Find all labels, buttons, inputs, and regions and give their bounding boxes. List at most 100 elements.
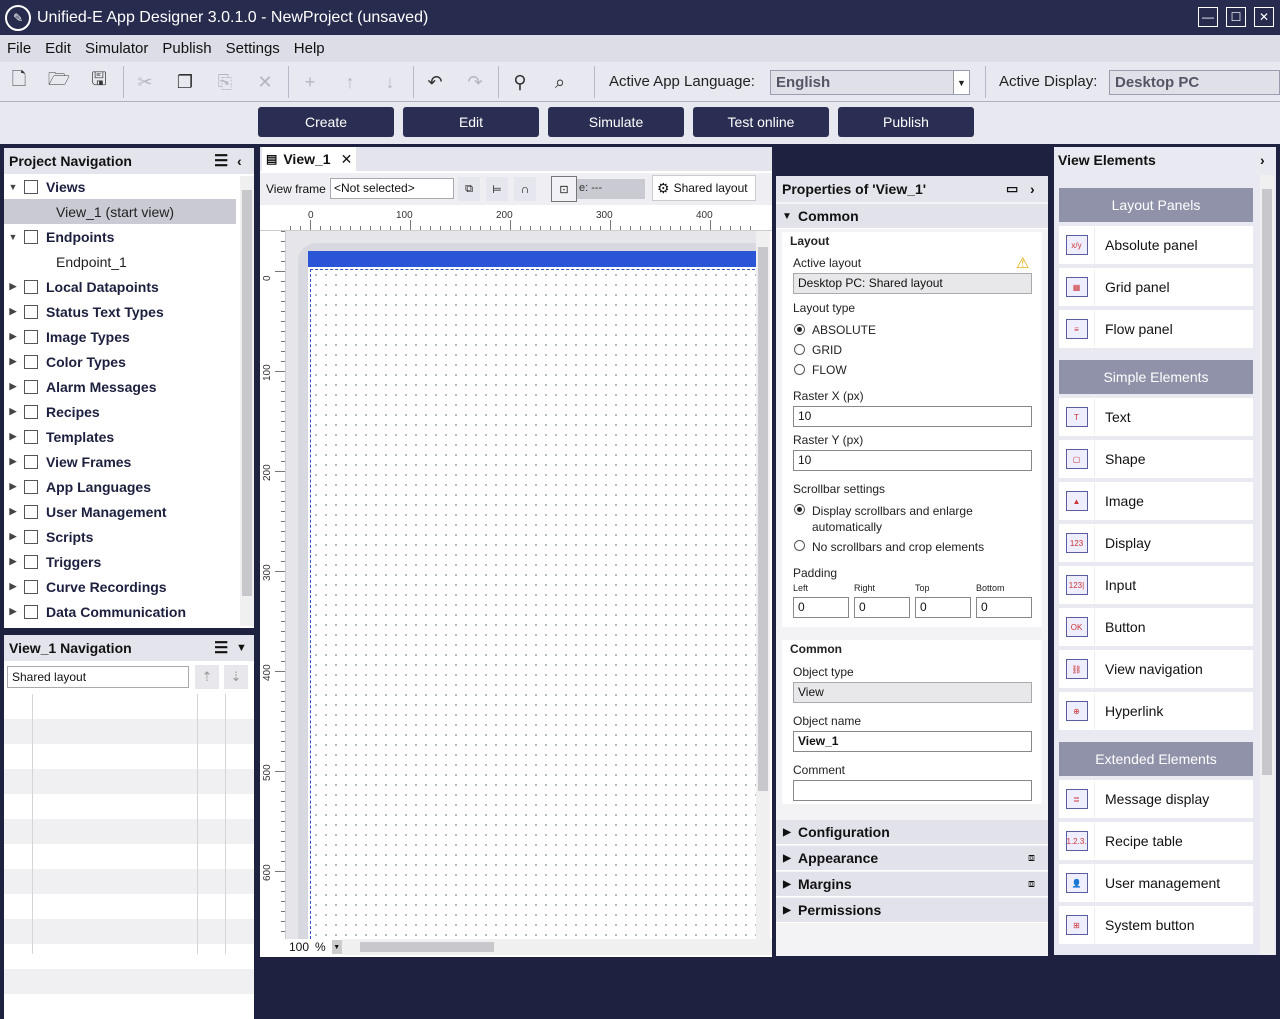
search-icon[interactable]: ⌕	[548, 70, 572, 94]
raster-y-input[interactable]: 10	[793, 450, 1032, 471]
padding-right-input[interactable]: 0	[854, 597, 910, 618]
scrollbar-thumb[interactable]	[758, 247, 768, 791]
layout-grid-radio[interactable]	[794, 344, 805, 355]
element-item[interactable]: 123 Display	[1059, 524, 1253, 562]
scroll-enlarge-radio[interactable]	[794, 504, 805, 515]
delete-icon[interactable]: ✕	[253, 70, 277, 94]
zoom-control[interactable]: 100 % ▼	[286, 939, 342, 955]
chevron-down-icon[interactable]: ▼	[953, 71, 969, 94]
tree-item[interactable]: ▶ Data Communication	[4, 599, 236, 624]
simulate-mode-button[interactable]: Simulate	[548, 107, 684, 137]
override-icon[interactable]: ⧈	[1028, 852, 1035, 865]
element-item[interactable]: ⛓ View navigation	[1059, 650, 1253, 688]
view-frame-select[interactable]: <Not selected>	[330, 178, 454, 199]
tree-item[interactable]: ▶ App Languages	[4, 474, 236, 499]
copy-icon[interactable]: ❐	[173, 70, 197, 94]
canvas-vscrollbar[interactable]	[756, 231, 770, 939]
tree-item[interactable]: ▶ Scripts	[4, 524, 236, 549]
move-up-icon[interactable]: ↑	[338, 70, 362, 94]
collapse-arrow-icon[interactable]: ▶	[4, 331, 22, 342]
collapse-arrow-icon[interactable]: ▶	[4, 606, 22, 617]
menu-help[interactable]: Help	[287, 40, 332, 57]
common-section-header[interactable]: ▼ Common	[776, 204, 1048, 229]
collapse-arrow-icon[interactable]: ▶	[4, 456, 22, 467]
tree-child-item[interactable]: View_1 (start view)	[4, 199, 236, 224]
save-icon[interactable]: 🖫	[87, 69, 111, 94]
elements-scrollbar[interactable]	[1260, 175, 1274, 955]
chevron-right-icon[interactable]: ›	[1030, 181, 1035, 197]
override-icon[interactable]: ⧈	[1028, 878, 1035, 891]
edit-mode-button[interactable]: Edit	[403, 107, 539, 137]
add-icon[interactable]: +	[298, 70, 322, 94]
align-icon[interactable]: ⊨	[486, 177, 508, 201]
tree-item[interactable]: ▶ Image Types	[4, 324, 236, 349]
element-item[interactable]: ⊕ Hyperlink	[1059, 692, 1253, 730]
scale-icon[interactable]: ⊡	[551, 176, 577, 202]
tab-view-1[interactable]: ▤ View_1 ✕	[262, 147, 356, 171]
collapse-arrow-icon[interactable]: ▶	[4, 581, 22, 592]
menu-icon[interactable]: ☰	[214, 638, 228, 658]
redo-icon[interactable]: ↷	[463, 70, 487, 94]
padding-top-input[interactable]: 0	[915, 597, 971, 618]
appearance-section-header[interactable]: ▶ Appearance ⧈	[776, 846, 1048, 871]
collapse-arrow-icon[interactable]: ▶	[4, 306, 22, 317]
canvas-hscrollbar[interactable]	[286, 939, 772, 955]
collapse-arrow-icon[interactable]: ▶	[4, 281, 22, 292]
element-item[interactable]: T Text	[1059, 398, 1253, 436]
tree-item[interactable]: ▼ Endpoints	[4, 224, 236, 249]
undo-icon[interactable]: ↶	[423, 70, 447, 94]
maximize-button[interactable]: ☐	[1226, 7, 1246, 27]
collapse-arrow-icon[interactable]: ▶	[4, 556, 22, 567]
language-select[interactable]: English ▼	[770, 70, 970, 95]
tree-item[interactable]: ▶ Triggers	[4, 549, 236, 574]
scroll-crop-radio[interactable]	[794, 540, 805, 551]
menu-publish[interactable]: Publish	[155, 40, 218, 57]
object-name-input[interactable]: View_1	[793, 731, 1032, 752]
chevron-down-icon[interactable]: ▼	[331, 940, 342, 954]
expand-arrow-icon[interactable]: ▼	[4, 232, 22, 242]
tree-child-item[interactable]: Endpoint_1	[4, 249, 236, 274]
element-item[interactable]: x/y Absolute panel	[1059, 226, 1253, 264]
chevron-down-icon[interactable]: ▼	[236, 642, 247, 654]
element-item[interactable]: ≣ Message display	[1059, 780, 1253, 818]
collapse-arrow-icon[interactable]: ▶	[4, 356, 22, 367]
layout-select[interactable]: Shared layout	[7, 666, 189, 688]
minimize-button[interactable]: —	[1198, 7, 1218, 27]
tree-item[interactable]: ▶ Local Datapoints	[4, 274, 236, 299]
move-down-icon[interactable]: ⇣	[224, 665, 248, 689]
chevron-right-icon[interactable]: ›	[1260, 152, 1265, 168]
structure-icon[interactable]: ⚲	[508, 70, 532, 94]
collapse-left-icon[interactable]: ‹	[237, 153, 242, 169]
menu-settings[interactable]: Settings	[219, 40, 287, 57]
collapse-arrow-icon[interactable]: ▶	[4, 506, 22, 517]
collapse-arrow-icon[interactable]: ▶	[4, 431, 22, 442]
raster-x-input[interactable]: 10	[793, 406, 1032, 427]
element-item[interactable]: ▢ Shape	[1059, 440, 1253, 478]
layout-absolute-radio[interactable]	[794, 324, 805, 335]
tree-item[interactable]: ▶ Recipes	[4, 399, 236, 424]
tree-item[interactable]: ▶ Templates	[4, 424, 236, 449]
tree-item[interactable]: ▶ Curve Recordings	[4, 574, 236, 599]
dock-icon[interactable]: ▭	[1006, 181, 1018, 197]
element-item[interactable]: OK Button	[1059, 608, 1253, 646]
margins-section-header[interactable]: ▶ Margins ⧈	[776, 872, 1048, 897]
collapse-arrow-icon[interactable]: ▶	[4, 381, 22, 392]
paste-icon[interactable]: ⎘	[213, 70, 237, 94]
collapse-arrow-icon[interactable]: ▶	[4, 531, 22, 542]
copy-frame-icon[interactable]: ⧉	[458, 177, 480, 201]
move-up-icon[interactable]: ⇡	[195, 665, 219, 689]
menu-edit[interactable]: Edit	[38, 40, 78, 57]
close-tab-icon[interactable]: ✕	[341, 151, 353, 168]
tree-item[interactable]: ▶ Color Types	[4, 349, 236, 374]
tree-scrollbar[interactable]	[240, 176, 254, 626]
test-online-button[interactable]: Test online	[693, 107, 829, 137]
tree-item[interactable]: ▶ User Management	[4, 499, 236, 524]
padding-left-input[interactable]: 0	[793, 597, 849, 618]
magnet-icon[interactable]: ∩	[514, 177, 536, 201]
element-item[interactable]: ⊞ System button	[1059, 906, 1253, 944]
tree-item[interactable]: ▶ Status Text Types	[4, 299, 236, 324]
tree-item[interactable]: ▶ View Frames	[4, 449, 236, 474]
open-folder-icon[interactable]: 🗁	[47, 69, 71, 94]
menu-simulator[interactable]: Simulator	[78, 40, 155, 57]
permissions-section-header[interactable]: ▶ Permissions	[776, 898, 1048, 923]
